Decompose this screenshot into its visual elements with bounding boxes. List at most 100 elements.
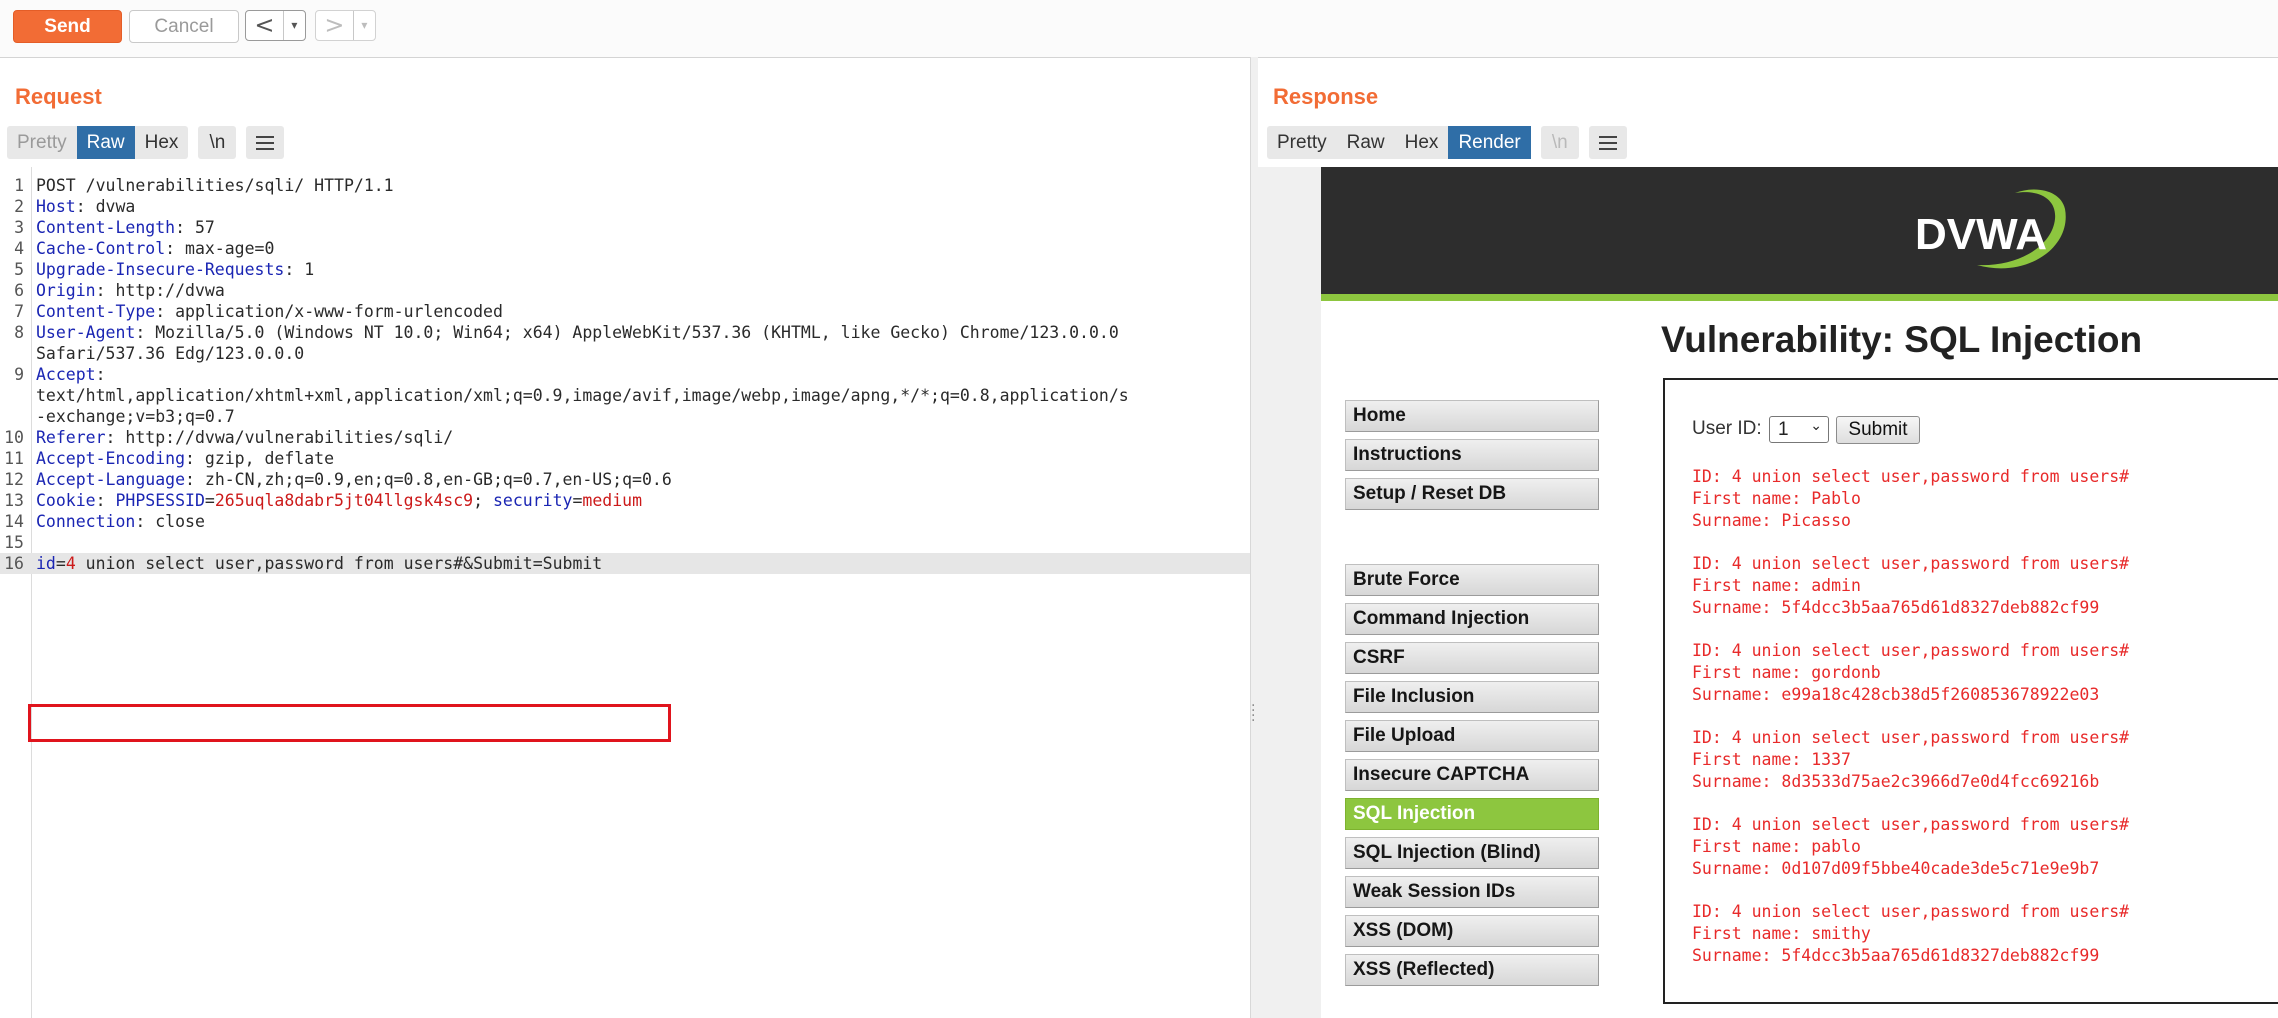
header-name: Upgrade-Insecure-Requests (36, 260, 285, 279)
code-text: Connection: close (36, 511, 205, 532)
header-name: Origin (36, 281, 96, 300)
request-editor[interactable]: 1 POST /vulnerabilities/sqli/ HTTP/1.1 2 Ho… (0, 167, 1250, 1018)
code-text: Origin: http://dvwa (36, 280, 225, 301)
code-text: Upgrade-Insecure-Requests: 1 (36, 259, 314, 280)
header-name: Accept-Encoding (36, 449, 186, 468)
menu-item-insecure-captcha[interactable]: Insecure CAPTCHA (1345, 759, 1599, 791)
result-query-id: ID: 4 union select user,password from us… (1692, 467, 2130, 486)
menu-item-brute-force[interactable]: Brute Force (1345, 564, 1599, 596)
menu-item-sql-injection[interactable]: SQL Injection (1345, 798, 1599, 830)
code-text: User-Agent: Mozilla/5.0 (Windows NT 10.0… (36, 322, 1119, 343)
code-line[interactable]: 10 Referer: http://dvwa/vulnerabilities/s… (0, 427, 1250, 448)
code-fragment: Safari/537.36 Edg/123.0.0.0 (36, 344, 305, 363)
menu-item-xss-dom[interactable]: XSS (DOM) (1345, 915, 1599, 947)
forward-nav-group: > ▾ (315, 10, 376, 41)
code-fragment: = (204, 491, 215, 510)
response-tab-raw[interactable]: Raw (1337, 126, 1395, 159)
result-query-id: ID: 4 union select user,password from us… (1692, 728, 2130, 747)
line-number: 12 (4, 470, 24, 489)
forward-arrow-icon[interactable]: > (316, 11, 353, 40)
header-name: Host (36, 197, 76, 216)
line-number: 6 (14, 281, 24, 300)
code-fragment: : zh-CN,zh;q=0.9,en;q=0.8,en-GB;q=0.7,en… (185, 470, 672, 489)
request-newline-toggle[interactable]: \n (198, 126, 237, 159)
request-options-button[interactable] (246, 126, 285, 159)
response-options-button[interactable] (1588, 126, 1627, 159)
line-number: 5 (14, 260, 24, 279)
menu-item-sql-injection-blind[interactable]: SQL Injection (Blind) (1345, 837, 1599, 869)
dvwa-header-stripe (1321, 294, 2278, 301)
code-line[interactable]: 4 Cache-Control: max-age=0 (0, 238, 1250, 259)
code-fragment: : dvwa (75, 197, 136, 216)
response-tab-render[interactable]: Render (1448, 126, 1531, 159)
line-number: 2 (14, 197, 24, 216)
code-line[interactable]: 11 Accept-Encoding: gzip, deflate (0, 448, 1250, 469)
code-text: text/html,application/xhtml+xml,applicat… (36, 385, 1129, 406)
menu-item-home[interactable]: Home (1345, 400, 1599, 432)
response-tab-pretty[interactable]: Pretty (1267, 126, 1337, 159)
user-id-select[interactable]: 1 ⌄ (1769, 416, 1829, 443)
request-panel-title: Request (15, 84, 102, 109)
send-button[interactable]: Send (13, 10, 122, 43)
menu-item-instructions[interactable]: Instructions (1345, 439, 1599, 471)
forward-history-dropdown-icon[interactable]: ▾ (352, 11, 375, 40)
code-line[interactable]: 1 POST /vulnerabilities/sqli/ HTTP/1.1 (0, 175, 1250, 196)
code-line[interactable]: 13 Cookie: PHPSESSID=265uqla8dabr5jt04llg… (0, 490, 1250, 511)
code-line[interactable]: 15 (0, 532, 1250, 553)
back-arrow-icon[interactable]: < (246, 11, 283, 40)
menu-item-csrf[interactable]: CSRF (1345, 642, 1599, 674)
cancel-button[interactable]: Cancel (129, 10, 239, 43)
result-first-name: First name: Pablo (1692, 489, 1861, 508)
code-line[interactable]: 5 Upgrade-Insecure-Requests: 1 (0, 259, 1250, 280)
header-name: Cache-Control (36, 239, 166, 258)
code-fragment: -exchange;v=b3;q=0.7 (36, 407, 235, 426)
menu-item-file-upload[interactable]: File Upload (1345, 720, 1599, 752)
menu-item-file-inclusion[interactable]: File Inclusion (1345, 681, 1599, 713)
menu-item-weak-session-ids[interactable]: Weak Session IDs (1345, 876, 1599, 908)
response-newline-toggle[interactable]: \n (1540, 126, 1579, 159)
menu-item-xss-reflected[interactable]: XSS (Reflected) (1345, 954, 1599, 986)
code-line[interactable]: 14 Connection: close (0, 511, 1250, 532)
code-fragment: : 1 (284, 260, 315, 279)
menu-item-setup-reset-db[interactable]: Setup / Reset DB (1345, 478, 1599, 510)
code-line[interactable]: 9 Accept: (0, 364, 1250, 385)
code-line[interactable]: 16 id=4 union select user,password from u… (0, 553, 1250, 574)
header-name: Content-Type (36, 302, 156, 321)
hamburger-menu-icon (1598, 135, 1617, 150)
line-number: 9 (14, 365, 24, 384)
request-tab-raw[interactable]: Raw (76, 126, 135, 159)
dvwa-header-bar (1321, 167, 2278, 294)
code-fragment: : gzip, deflate (185, 449, 335, 468)
user-id-label: User ID: (1692, 418, 1762, 439)
back-history-dropdown-icon[interactable]: ▾ (282, 11, 305, 40)
header-name: Connection (36, 512, 136, 531)
response-tab-hex[interactable]: Hex (1395, 126, 1449, 159)
result-query-id: ID: 4 union select user,password from us… (1692, 815, 2130, 834)
dvwa-logo: DVWA (1915, 189, 2066, 269)
param-value: medium (582, 491, 643, 510)
menu-item-command-injection[interactable]: Command Injection (1345, 603, 1599, 635)
code-fragment: : http://dvwa (95, 281, 225, 300)
result-first-name: First name: admin (1692, 576, 1861, 595)
chevron-down-icon: ⌄ (1810, 418, 1822, 434)
request-view-tabs: Pretty Raw Hex (7, 126, 189, 159)
request-tab-hex[interactable]: Hex (135, 126, 189, 159)
resize-grip-icon[interactable]: · · · · (1251, 699, 1255, 728)
param-value: 265uqla8dabr5jt04llgsk4sc9 (214, 491, 474, 510)
code-line[interactable]: 12 Accept-Language: zh-CN,zh;q=0.9,en;q=0… (0, 469, 1250, 490)
code-line[interactable]: Safari/537.36 Edg/123.0.0.0 (0, 343, 1250, 364)
code-line[interactable]: 2 Host: dvwa (0, 196, 1250, 217)
code-line[interactable]: 3 Content-Length: 57 (0, 217, 1250, 238)
code-line[interactable]: text/html,application/xhtml+xml,applicat… (0, 385, 1250, 406)
code-fragment: : Mozilla/5.0 (Windows NT 10.0; Win64; x… (135, 323, 1119, 342)
code-line[interactable]: 7 Content-Type: application/x-www-form-ur… (0, 301, 1250, 322)
code-text: Accept: (36, 364, 106, 385)
request-tab-pretty[interactable]: Pretty (7, 126, 77, 159)
code-line[interactable]: 8 User-Agent: Mozilla/5.0 (Windows NT 10.… (0, 322, 1250, 343)
code-fragment: : http://dvwa/vulnerabilities/sqli/ (105, 428, 454, 447)
code-line[interactable]: 6 Origin: http://dvwa (0, 280, 1250, 301)
submit-button[interactable]: Submit (1836, 416, 1920, 444)
code-text: Host: dvwa (36, 196, 135, 217)
code-line[interactable]: -exchange;v=b3;q=0.7 (0, 406, 1250, 427)
panel-divider[interactable] (1250, 57, 1258, 1018)
